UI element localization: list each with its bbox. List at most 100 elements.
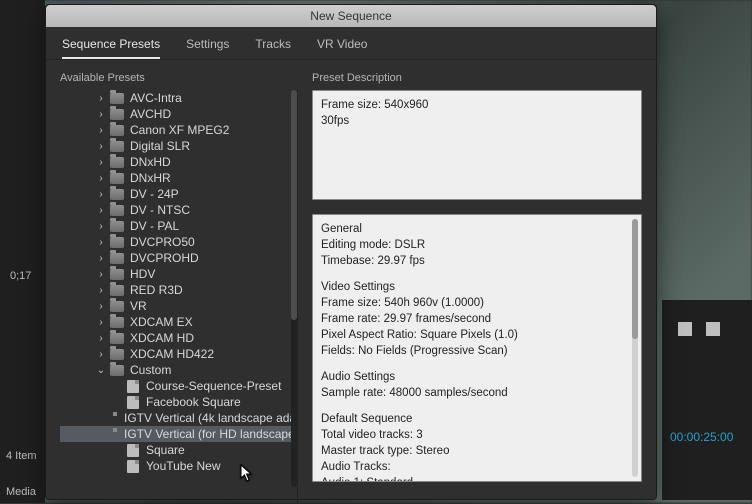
- preset-item[interactable]: Facebook Square: [60, 394, 293, 410]
- chevron-right-icon[interactable]: ›: [96, 157, 106, 168]
- preset-label: XDCAM EX: [130, 315, 193, 329]
- folder-icon: [110, 157, 124, 168]
- chevron-right-icon[interactable]: ›: [96, 141, 106, 152]
- detail-line: Pixel Aspect Ratio: Square Pixels (1.0): [321, 327, 627, 343]
- preset-item[interactable]: IGTV Vertical (for HD landscape: [60, 426, 293, 442]
- preset-folder[interactable]: › XDCAM HD: [60, 330, 293, 346]
- chevron-right-icon[interactable]: ›: [96, 93, 106, 104]
- folder-icon: [110, 269, 124, 280]
- folder-icon: [110, 221, 124, 232]
- folder-icon: [110, 141, 124, 152]
- timeline-panel-sliver: 00:00:25:00: [662, 300, 752, 500]
- folder-icon: [110, 125, 124, 136]
- preset-label: XDCAM HD: [130, 331, 194, 345]
- preset-file-icon: [127, 444, 139, 457]
- tree-scrollbar-thumb[interactable]: [291, 90, 297, 320]
- preset-item[interactable]: Square: [60, 442, 293, 458]
- chevron-right-icon[interactable]: ›: [96, 221, 106, 232]
- folder-icon: [110, 317, 124, 328]
- project-item-count: 4 Item: [6, 450, 37, 462]
- folder-icon: [110, 253, 124, 264]
- preset-folder[interactable]: › DVCPROHD: [60, 250, 293, 266]
- preset-label: DV - PAL: [130, 219, 179, 233]
- detail-section-heading: General: [321, 221, 627, 237]
- tree-scrollbar[interactable]: [291, 90, 297, 487]
- preset-description-details: GeneralEditing mode: DSLRTimebase: 29.97…: [312, 214, 642, 482]
- detail-line: Master track type: Stereo: [321, 443, 627, 459]
- chevron-right-icon[interactable]: ›: [96, 109, 106, 120]
- chevron-right-icon[interactable]: ›: [96, 285, 106, 296]
- folder-icon: [110, 109, 124, 120]
- preset-folder[interactable]: ›HDV: [60, 266, 293, 282]
- preset-label: DNxHR: [130, 171, 171, 185]
- preset-label: VR: [130, 299, 147, 313]
- preset-label: DNxHD: [130, 155, 171, 169]
- chevron-right-icon[interactable]: ›: [96, 253, 106, 264]
- detail-section-heading: Default Sequence: [321, 411, 627, 427]
- preset-folder[interactable]: › DNxHR: [60, 170, 293, 186]
- timeline-playhead-time: 0;17: [10, 270, 31, 282]
- preset-folder[interactable]: ›DVCPRO50: [60, 234, 293, 250]
- description-scrollbar-thumb[interactable]: [632, 219, 638, 339]
- preset-label: DVCPROHD: [130, 251, 199, 265]
- preset-item[interactable]: IGTV Vertical (4k landscape adap: [60, 410, 293, 426]
- preset-label: IGTV Vertical (4k landscape adap: [124, 411, 298, 425]
- detail-line: Sample rate: 48000 samples/second: [321, 385, 627, 401]
- snap-icon[interactable]: [678, 322, 692, 336]
- preset-item[interactable]: YouTube New: [60, 458, 293, 474]
- preset-folder[interactable]: › AVC-Intra: [60, 90, 293, 106]
- media-label: Media: [6, 486, 36, 498]
- preset-label: DV - NTSC: [130, 203, 190, 217]
- chevron-right-icon[interactable]: ›: [96, 205, 106, 216]
- preset-label: YouTube New: [146, 459, 221, 473]
- preset-folder[interactable]: › XDCAM EX: [60, 314, 293, 330]
- new-sequence-dialog: New Sequence Sequence Presets Settings Tra…: [45, 4, 657, 500]
- tab-sequence-presets[interactable]: Sequence Presets: [62, 37, 160, 59]
- chevron-right-icon[interactable]: ›: [96, 189, 106, 200]
- tab-tracks[interactable]: Tracks: [255, 37, 291, 59]
- chevron-right-icon[interactable]: ›: [96, 237, 106, 248]
- preset-item[interactable]: Course-Sequence-Preset: [60, 378, 293, 394]
- preset-folder[interactable]: ⌄Custom: [60, 362, 293, 378]
- detail-line: Total video tracks: 3: [321, 427, 627, 443]
- chevron-right-icon[interactable]: ›: [96, 333, 106, 344]
- preset-label: AVC-Intra: [130, 91, 182, 105]
- preset-folder[interactable]: › VR: [60, 298, 293, 314]
- chevron-right-icon[interactable]: ›: [96, 173, 106, 184]
- preset-folder[interactable]: ›Canon XF MPEG2: [60, 122, 293, 138]
- preset-folder[interactable]: ›XDCAM HD422: [60, 346, 293, 362]
- chevron-down-icon[interactable]: ⌄: [96, 365, 106, 376]
- linked-selection-icon[interactable]: [706, 322, 720, 336]
- chevron-right-icon[interactable]: ›: [96, 317, 106, 328]
- chevron-right-icon[interactable]: ›: [96, 125, 106, 136]
- folder-icon: [110, 285, 124, 296]
- chevron-right-icon[interactable]: ›: [96, 301, 106, 312]
- chevron-right-icon[interactable]: ›: [96, 269, 106, 280]
- detail-section-heading: Audio Settings: [321, 369, 627, 385]
- detail-line: Editing mode: DSLR: [321, 237, 627, 253]
- preset-label: Facebook Square: [146, 395, 241, 409]
- preset-folder[interactable]: › DV - PAL: [60, 218, 293, 234]
- sequence-duration: 00:00:25:00: [670, 430, 733, 444]
- preset-folder[interactable]: ›RED R3D: [60, 282, 293, 298]
- preset-label: Digital SLR: [130, 139, 190, 153]
- preset-label: IGTV Vertical (for HD landscape: [124, 427, 295, 441]
- preset-tree[interactable]: ›AVC-Intra›AVCHD›Canon XF MPEG2›Digital …: [60, 90, 298, 504]
- tab-settings[interactable]: Settings: [186, 37, 229, 59]
- detail-line: Frame size: 540h 960v (1.0000): [321, 295, 627, 311]
- preset-folder[interactable]: ›DV - 24P: [60, 186, 293, 202]
- preset-folder[interactable]: › DV - NTSC: [60, 202, 293, 218]
- preset-label: AVCHD: [130, 107, 171, 121]
- detail-section-heading: Video Settings: [321, 279, 627, 295]
- folder-icon: [110, 301, 124, 312]
- chevron-right-icon[interactable]: ›: [96, 349, 106, 360]
- preset-folder[interactable]: › Digital SLR: [60, 138, 293, 154]
- folder-icon: [110, 205, 124, 216]
- description-scrollbar[interactable]: [632, 219, 638, 477]
- dialog-titlebar[interactable]: New Sequence: [46, 5, 656, 27]
- dialog-tabs: Sequence Presets Settings Tracks VR Video: [46, 27, 656, 60]
- folder-icon: [110, 349, 124, 360]
- preset-folder[interactable]: › DNxHD: [60, 154, 293, 170]
- preset-folder[interactable]: › AVCHD: [60, 106, 293, 122]
- tab-vr-video[interactable]: VR Video: [317, 37, 367, 59]
